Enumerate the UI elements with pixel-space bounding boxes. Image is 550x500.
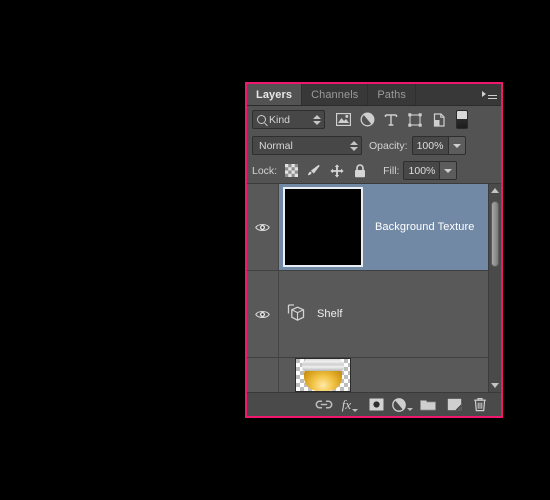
layers-bottom-toolbar: fx: [247, 392, 501, 416]
layer-list-scrollbar[interactable]: [488, 184, 501, 392]
scrollbar-track[interactable]: [489, 197, 501, 379]
filter-type-icons: [331, 109, 451, 131]
layer-visibility-toggle[interactable]: [247, 184, 279, 270]
chevron-down-icon: [352, 408, 359, 412]
lock-position-icon[interactable]: [330, 163, 344, 178]
blend-mode-value: Normal: [259, 139, 293, 152]
filter-enable-toggle[interactable]: [456, 110, 468, 129]
filter-kind-label: Kind: [269, 113, 291, 126]
layer-style-button[interactable]: fx: [337, 394, 363, 416]
layer-visibility-toggle[interactable]: [247, 271, 279, 357]
tab-paths-label: Paths: [377, 88, 406, 101]
lock-label: Lock:: [252, 164, 278, 177]
filter-shape-layers-icon[interactable]: [403, 109, 427, 131]
scroll-down-arrow-icon: [491, 383, 499, 388]
up-down-arrows-icon: [313, 114, 321, 126]
layer-thumbnail-cell[interactable]: [279, 358, 367, 392]
layer-content: Shelf: [279, 304, 343, 324]
opacity-label: Opacity:: [369, 139, 408, 152]
new-group-button[interactable]: [415, 394, 441, 416]
lock-all-icon[interactable]: [353, 163, 367, 178]
link-layers-button[interactable]: [311, 394, 337, 416]
fill-value[interactable]: 100%: [403, 161, 440, 180]
new-layer-button[interactable]: [441, 394, 467, 416]
adjustment-icon: [391, 397, 413, 412]
fill-label: Fill:: [383, 164, 400, 177]
layer-name: Background Texture: [375, 221, 475, 233]
blend-mode-row: Normal Opacity: 100%: [247, 133, 501, 158]
tab-layers[interactable]: Layers: [247, 84, 303, 105]
layer-thumbnail: [283, 187, 363, 267]
delete-layer-button[interactable]: [467, 394, 493, 416]
folder-icon: [420, 398, 436, 411]
lock-buttons: [284, 163, 367, 178]
table-row[interactable]: Background Texture: [247, 184, 488, 271]
blend-mode-select[interactable]: Normal: [252, 136, 362, 155]
layer-visibility-toggle[interactable]: [247, 358, 279, 392]
scroll-up-button[interactable]: [489, 184, 501, 197]
layer-name: Shelf: [317, 308, 343, 320]
layers-panel-inner: Layers Channels Paths Kind Normal Opacit…: [247, 84, 501, 416]
layer-list: Background Texture Shelf: [247, 183, 501, 392]
filter-pixel-layers-icon[interactable]: [331, 109, 355, 131]
filter-smart-objects-icon[interactable]: [427, 109, 451, 131]
3d-layer-icon: [287, 304, 309, 324]
panel-menu-icon: [481, 90, 497, 100]
chevron-down-icon: [452, 143, 461, 148]
tab-layers-label: Layers: [256, 88, 293, 101]
lock-transparent-pixels-icon[interactable]: [284, 164, 298, 178]
panel-tab-bar: Layers Channels Paths: [247, 84, 501, 106]
scrollbar-thumb[interactable]: [491, 201, 499, 267]
tab-channels-label: Channels: [311, 88, 359, 101]
add-layer-mask-button[interactable]: [363, 394, 389, 416]
layer-rows: Background Texture Shelf: [247, 184, 488, 392]
scroll-up-arrow-icon: [491, 188, 499, 193]
new-layer-icon: [447, 398, 462, 411]
tab-channels[interactable]: Channels: [302, 84, 369, 105]
layer-filter-row: Kind: [247, 106, 501, 133]
opacity-value[interactable]: 100%: [411, 136, 448, 155]
tab-paths[interactable]: Paths: [368, 84, 416, 105]
filter-type-layers-icon[interactable]: [379, 109, 403, 131]
magnifier-icon: [257, 115, 266, 124]
table-row[interactable]: [247, 358, 488, 392]
eye-icon: [255, 222, 270, 233]
layer-thumbnail: [295, 358, 351, 392]
layers-panel: Layers Channels Paths Kind Normal Opacit…: [245, 82, 503, 418]
link-icon: [315, 399, 333, 410]
layer-thumbnail-cell[interactable]: [279, 184, 367, 270]
fill-dropdown-button[interactable]: [439, 161, 458, 180]
opacity-dropdown-button[interactable]: [447, 136, 466, 155]
new-adjustment-layer-button[interactable]: [389, 394, 415, 416]
panel-menu-button[interactable]: [477, 84, 501, 105]
filter-adjustment-layers-icon[interactable]: [355, 109, 379, 131]
chevron-down-icon: [444, 168, 453, 173]
up-down-arrows-icon: [350, 140, 358, 152]
fx-icon: fx: [341, 397, 352, 412]
lock-row: Lock: Fill: 100%: [247, 158, 501, 183]
scroll-down-button[interactable]: [489, 379, 501, 392]
trash-icon: [473, 397, 487, 412]
table-row[interactable]: Shelf: [247, 271, 488, 358]
filter-kind-select[interactable]: Kind: [252, 110, 325, 129]
layer-mask-icon: [369, 398, 384, 411]
eye-icon: [255, 309, 270, 320]
screenshot-root: Layers Channels Paths Kind Normal Opacit…: [0, 0, 550, 500]
lock-image-pixels-icon[interactable]: [307, 164, 321, 178]
